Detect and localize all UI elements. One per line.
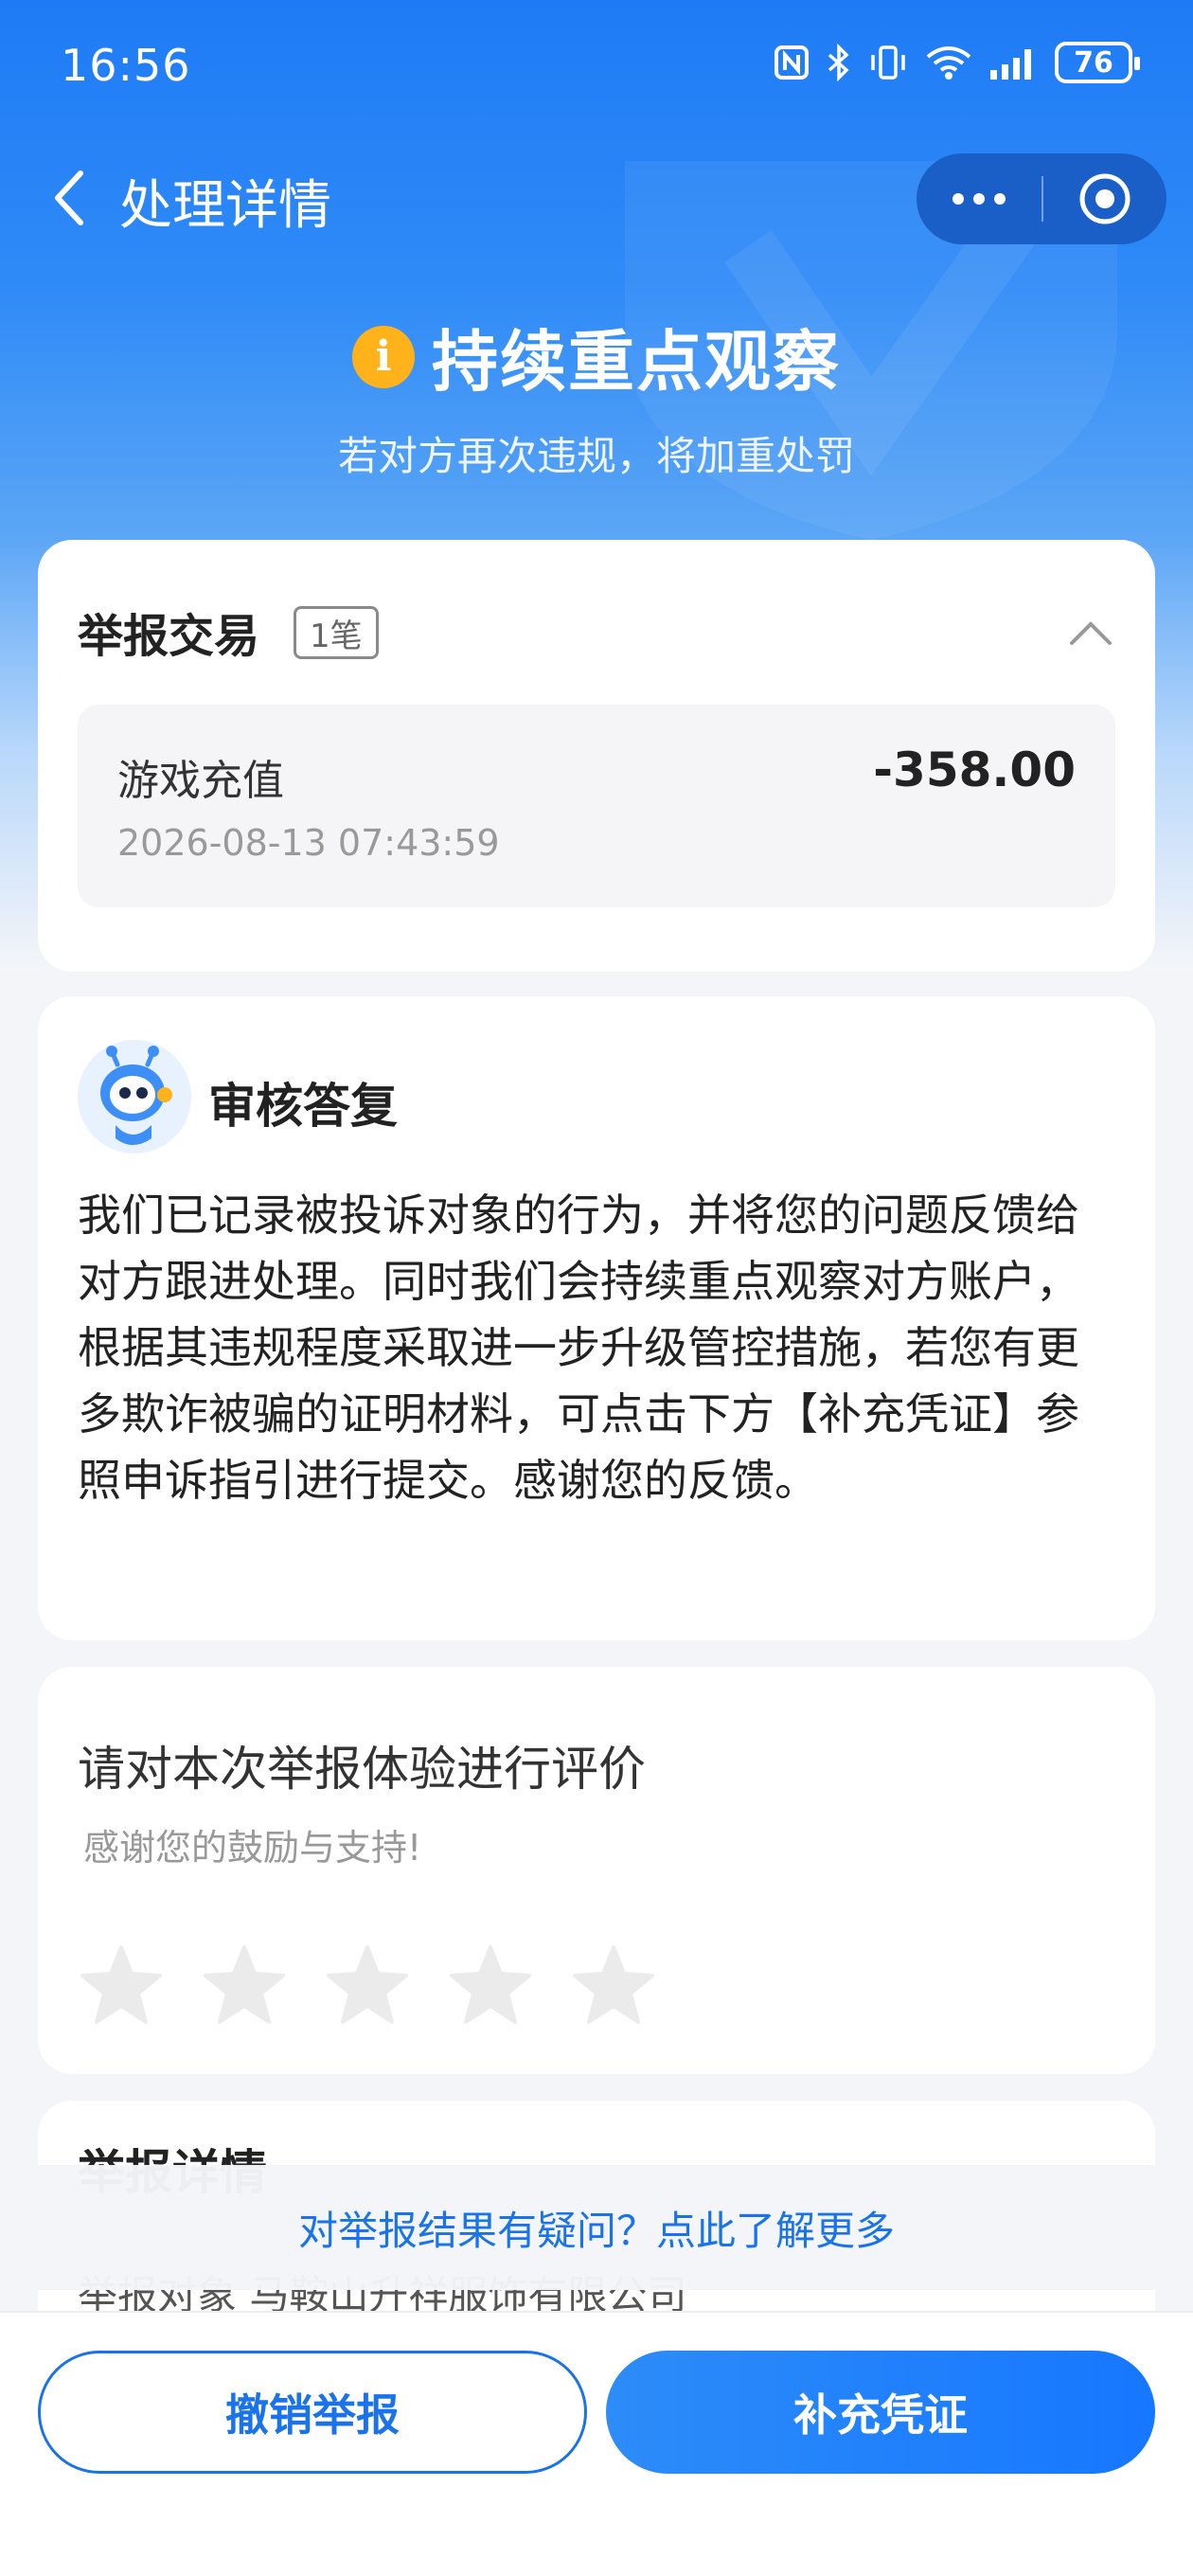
star-icon[interactable] — [324, 1941, 411, 2029]
bottom-action-bar: 撤销举报 补充凭证 — [0, 2311, 1193, 2576]
reply-body: 我们已记录被投诉对象的行为，并将您的问题反馈给对方跟进处理。同时我们会持续重点观… — [78, 1190, 1079, 1506]
review-reply-card: 审核答复 我们已记录被投诉对象的行为，并将您的问题反馈给对方跟进处理。同时我们会… — [38, 996, 1155, 1640]
more-icon — [973, 193, 985, 205]
rating-card: 请对本次举报体验进行评价 感谢您的鼓励与支持! — [38, 1667, 1155, 2074]
more-button[interactable] — [917, 153, 1042, 244]
reply-title: 审核答复 — [208, 1079, 398, 1134]
robot-avatar — [78, 1040, 191, 1154]
nfc-icon — [775, 45, 809, 80]
star-icon[interactable] — [447, 1941, 534, 2029]
trade-card-title: 举报交易 — [78, 610, 260, 663]
back-icon — [55, 170, 83, 225]
wifi-icon — [926, 46, 971, 80]
miniapp-capsule — [917, 153, 1166, 244]
target-icon — [1079, 173, 1131, 224]
vibrate-icon — [871, 45, 905, 80]
status-icons: 76 — [773, 42, 1140, 83]
more-icon — [994, 193, 1006, 205]
page-title: 处理详情 — [119, 175, 331, 237]
supplement-evidence-button[interactable]: 补充凭证 — [606, 2351, 1155, 2474]
rating-subtitle: 感谢您的鼓励与支持! — [83, 1827, 422, 1869]
trade-amount: -358.00 — [873, 742, 1076, 797]
close-miniapp-button[interactable] — [1043, 153, 1166, 244]
trade-time: 2026-08-13 07:43:59 — [117, 822, 500, 864]
star-icon[interactable] — [570, 1941, 657, 2029]
trade-name: 游戏充值 — [117, 757, 284, 805]
more-icon — [953, 193, 964, 205]
trade-count-badge: 1笔 — [294, 606, 379, 659]
status-time: 16:56 — [61, 40, 191, 91]
signal-icon — [990, 49, 1031, 80]
rating-title: 请对本次举报体验进行评价 — [78, 1742, 646, 1797]
cancel-report-button[interactable]: 撤销举报 — [38, 2351, 587, 2474]
back-button[interactable] — [36, 165, 102, 231]
star-icon[interactable] — [78, 1941, 165, 2029]
bluetooth-icon — [828, 44, 849, 81]
star-icon[interactable] — [201, 1941, 288, 2029]
result-heading: i 持续重点观察 — [0, 309, 1193, 404]
info-icon: i — [352, 325, 415, 388]
status-bar: 16:56 76 — [0, 0, 1193, 142]
battery-icon: 76 — [1055, 42, 1140, 83]
rating-stars — [78, 1941, 657, 2029]
collapse-button[interactable] — [1064, 606, 1117, 659]
reported-trade-card: 举报交易 1笔 游戏充值 -358.00 2026-08-13 07:43:59 — [38, 540, 1155, 972]
chevron-up-icon — [1070, 621, 1112, 645]
trade-item[interactable]: 游戏充值 -358.00 2026-08-13 07:43:59 — [78, 705, 1115, 907]
result-subtitle: 若对方再次违规，将加重处罚 — [337, 433, 855, 479]
result-title: 持续重点观察 — [432, 323, 841, 401]
doubt-link[interactable]: 对举报结果有疑问？点此了解更多 — [0, 2165, 1193, 2290]
navigation-bar: 处理详情 — [0, 142, 1193, 256]
